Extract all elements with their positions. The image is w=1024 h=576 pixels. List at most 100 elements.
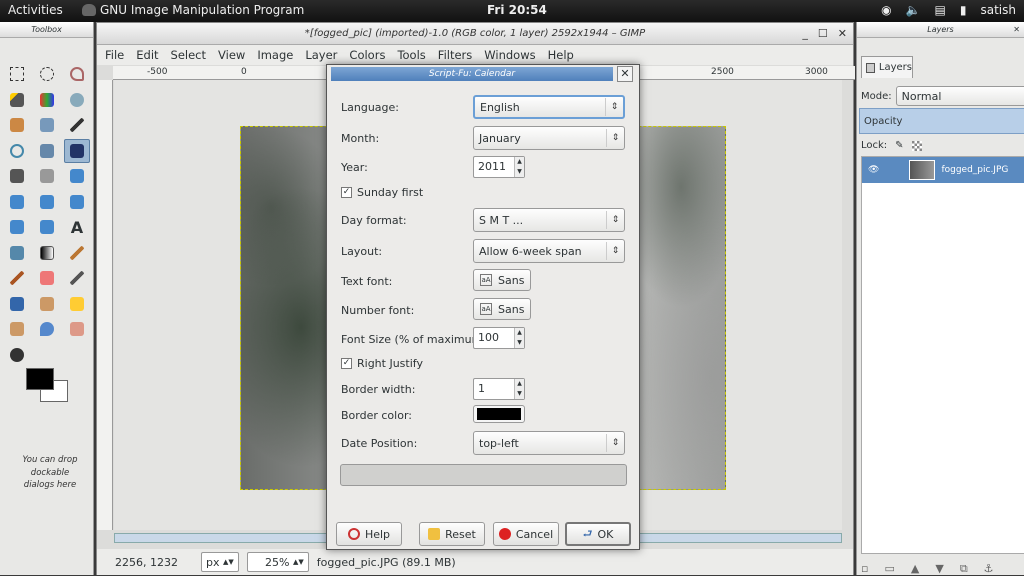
folder-icon[interactable]: ▭ — [884, 562, 894, 576]
menu-layer[interactable]: Layer — [305, 48, 337, 62]
menu-colors[interactable]: Colors — [349, 48, 385, 62]
minimize-icon[interactable]: _ — [802, 23, 808, 45]
language-select[interactable]: English ⇕ — [473, 95, 625, 119]
color-picker-tool[interactable] — [64, 113, 90, 137]
anchor-icon[interactable]: ⚓ — [984, 562, 994, 576]
volume-icon[interactable]: 🔈 — [906, 3, 921, 17]
menu-view[interactable]: View — [218, 48, 245, 62]
lock-alpha-icon[interactable] — [911, 140, 922, 151]
pencil-tool[interactable] — [64, 241, 90, 265]
month-select[interactable]: January ⇕ — [473, 126, 625, 150]
mode-select[interactable]: Normal — [895, 86, 1024, 106]
smudge-tool[interactable] — [64, 317, 90, 341]
network-icon[interactable]: ▤ — [935, 3, 946, 17]
layout-select[interactable]: Allow 6-week span ⇕ — [473, 239, 625, 263]
ruler-tick: -500 — [147, 67, 168, 77]
menu-edit[interactable]: Edit — [136, 48, 158, 62]
blur-tool[interactable] — [34, 317, 60, 341]
scale-tool[interactable] — [4, 190, 30, 214]
new-layer-icon[interactable]: ▫ — [861, 562, 868, 576]
measure-tool[interactable] — [34, 139, 60, 163]
bucket-fill-tool[interactable] — [4, 241, 30, 265]
perspective-clone-tool[interactable] — [4, 317, 30, 341]
eye-icon[interactable]: 👁 — [868, 165, 879, 175]
reset-button[interactable]: Reset — [419, 522, 485, 546]
foreground-select-tool[interactable] — [4, 113, 30, 137]
menu-tools[interactable]: Tools — [397, 48, 425, 62]
blend-tool[interactable] — [34, 241, 60, 265]
border-color-button[interactable] — [473, 405, 525, 423]
scissors-tool[interactable] — [64, 88, 90, 112]
cage-tool[interactable] — [34, 215, 60, 239]
eraser-tool[interactable] — [34, 266, 60, 290]
free-select-tool[interactable] — [64, 62, 90, 86]
help-button[interactable]: Help — [336, 522, 402, 546]
ellipse-select-tool[interactable] — [34, 62, 60, 86]
dialog-close-button[interactable]: ✕ — [617, 66, 633, 82]
paths-tool[interactable] — [34, 113, 60, 137]
user-menu[interactable]: satish — [980, 3, 1016, 17]
duplicate-layer-icon[interactable]: ⧉ — [960, 562, 968, 576]
border-width-spinner[interactable]: 1 ▲ ▼ — [473, 378, 525, 400]
paintbrush-tool[interactable] — [4, 266, 30, 290]
unit-value: px — [206, 555, 220, 569]
flip-tool[interactable] — [4, 215, 30, 239]
battery-icon[interactable]: ▮ — [960, 3, 967, 17]
day-format-select[interactable]: S M T ... ⇕ — [473, 208, 625, 232]
airbrush-tool[interactable] — [64, 266, 90, 290]
menu-help[interactable]: Help — [548, 48, 574, 62]
ink-tool[interactable] — [4, 292, 30, 316]
activities-button[interactable]: Activities — [8, 3, 63, 17]
number-font-button[interactable]: aA Sans — [473, 298, 532, 320]
close-icon[interactable]: ✕ — [1013, 22, 1020, 38]
raise-layer-icon[interactable]: ▲ — [911, 562, 919, 576]
foreground-color-swatch[interactable] — [26, 368, 54, 390]
move-arrows-icon — [70, 143, 84, 158]
sunday-first-checkbox[interactable]: ✓ Sunday first — [341, 186, 423, 199]
tab-layers[interactable]: Layers — [861, 56, 913, 78]
menu-windows[interactable]: Windows — [484, 48, 535, 62]
menu-filters[interactable]: Filters — [438, 48, 472, 62]
maximize-icon[interactable]: ☐ — [818, 23, 828, 45]
spin-arrows-icon[interactable]: ▲ ▼ — [514, 379, 524, 399]
cancel-button[interactable]: Cancel — [493, 522, 559, 546]
dodge-burn-tool[interactable] — [4, 343, 30, 367]
ruler-tick: 0 — [241, 67, 247, 77]
right-justify-checkbox[interactable]: ✓ Right Justify — [341, 357, 423, 370]
lock-pixels-icon[interactable]: ✎ — [895, 140, 903, 151]
spin-arrows-icon[interactable]: ▲ ▼ — [514, 328, 524, 348]
border-width-label: Border width: — [341, 383, 416, 396]
spin-arrows-icon[interactable]: ▲ ▼ — [514, 157, 524, 177]
heal-tool[interactable] — [64, 292, 90, 316]
menu-image[interactable]: Image — [257, 48, 293, 62]
move-tool[interactable] — [64, 138, 90, 163]
clone-tool[interactable] — [34, 292, 60, 316]
zoom-tool[interactable] — [4, 139, 30, 163]
lower-layer-icon[interactable]: ▼ — [935, 562, 943, 576]
menu-select[interactable]: Select — [171, 48, 206, 62]
font-size-spinner[interactable]: 100 ▲ ▼ — [473, 327, 525, 349]
vertical-ruler[interactable] — [97, 80, 113, 530]
text-tool[interactable]: A — [64, 215, 90, 239]
crop-tool[interactable] — [34, 164, 60, 188]
fuzzy-select-tool[interactable] — [4, 88, 30, 112]
close-icon[interactable]: ✕ — [838, 23, 847, 45]
align-tool[interactable] — [4, 164, 30, 188]
rect-select-tool[interactable] — [4, 62, 30, 86]
opacity-slider[interactable]: Opacity — [859, 108, 1024, 134]
unit-select[interactable]: px ▲▼ — [201, 552, 239, 572]
ok-button[interactable]: ⮐ OK — [565, 522, 631, 546]
accessibility-icon[interactable]: ◉ — [881, 3, 891, 17]
year-spinner[interactable]: 2011 ▲ ▼ — [473, 156, 525, 178]
text-font-button[interactable]: aA Sans — [473, 269, 532, 291]
color-select-tool[interactable] — [34, 88, 60, 112]
app-menu[interactable]: GNU Image Manipulation Program — [82, 3, 304, 17]
layer-row[interactable]: 👁 fogged_pic.JPG — [862, 157, 1024, 183]
zoom-select[interactable]: 25% ▲▼ — [246, 552, 309, 572]
date-position-select[interactable]: top-left ⇕ — [473, 431, 625, 455]
rotate-tool[interactable] — [64, 164, 90, 188]
clock[interactable]: Fri 20:54 — [487, 3, 547, 17]
menu-file[interactable]: File — [105, 48, 124, 62]
shear-tool[interactable] — [34, 190, 60, 214]
perspective-tool[interactable] — [64, 190, 90, 214]
